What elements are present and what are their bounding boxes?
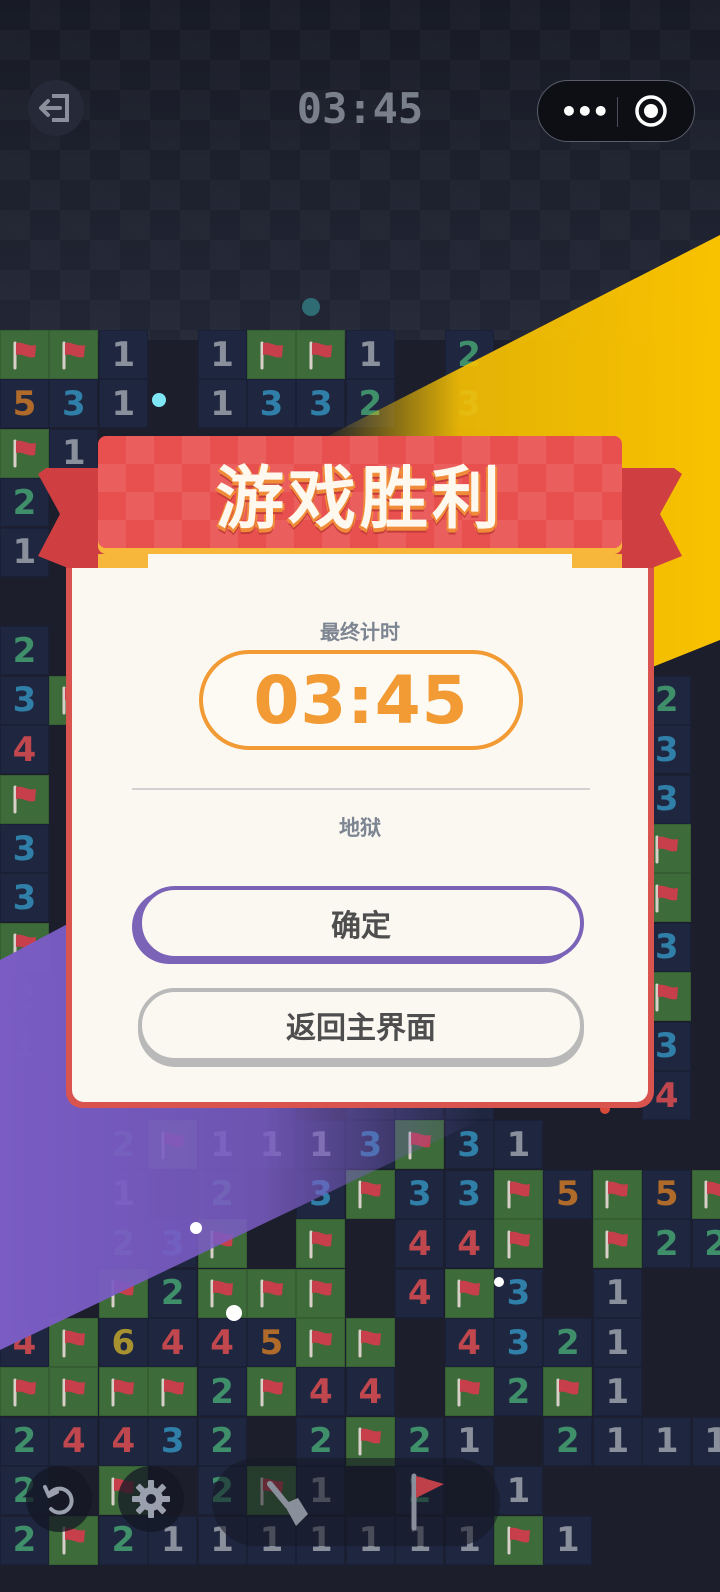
undo-button[interactable] xyxy=(26,1466,92,1532)
game-timer: 03:45 xyxy=(296,84,424,133)
game-screen: 1112531133231212343321222142221113311233… xyxy=(0,0,720,1592)
final-time-label: 最终计时 xyxy=(320,620,400,644)
more-dots-icon[interactable]: ••• xyxy=(560,95,610,128)
victory-banner: 游戏胜利 xyxy=(98,436,622,548)
target-circle-icon[interactable] xyxy=(634,94,668,128)
confetti-dot xyxy=(190,1222,202,1234)
shovel-icon[interactable] xyxy=(258,1474,318,1534)
confirm-button[interactable]: 确定 xyxy=(138,886,584,960)
return-home-button[interactable]: 返回主界面 xyxy=(138,988,584,1062)
tool-selector xyxy=(212,1458,500,1546)
exit-button[interactable] xyxy=(28,80,84,136)
final-time-box: 03:45 xyxy=(199,650,523,750)
settings-button[interactable] xyxy=(118,1466,184,1532)
undo-icon xyxy=(43,1485,74,1515)
final-time-value: 03:45 xyxy=(253,661,469,739)
victory-title: 游戏胜利 xyxy=(215,459,504,539)
capsule-divider xyxy=(617,97,618,127)
dialog-body: 最终计时 03:45 地狱 确定 返回主界面 xyxy=(72,526,648,1102)
divider xyxy=(132,788,590,790)
confetti-dot xyxy=(494,1277,504,1287)
victory-dialog: 最终计时 03:45 地狱 确定 返回主界面 xyxy=(66,520,654,1108)
confetti-dot xyxy=(152,393,166,407)
confetti-dot xyxy=(302,298,320,316)
gear-icon xyxy=(132,1480,170,1518)
confetti-dot xyxy=(226,1305,242,1321)
mini-program-capsule: ••• xyxy=(537,80,695,142)
flag-icon[interactable] xyxy=(398,1468,458,1534)
difficulty-label: 地狱 xyxy=(339,816,381,840)
exit-icon xyxy=(39,94,69,122)
